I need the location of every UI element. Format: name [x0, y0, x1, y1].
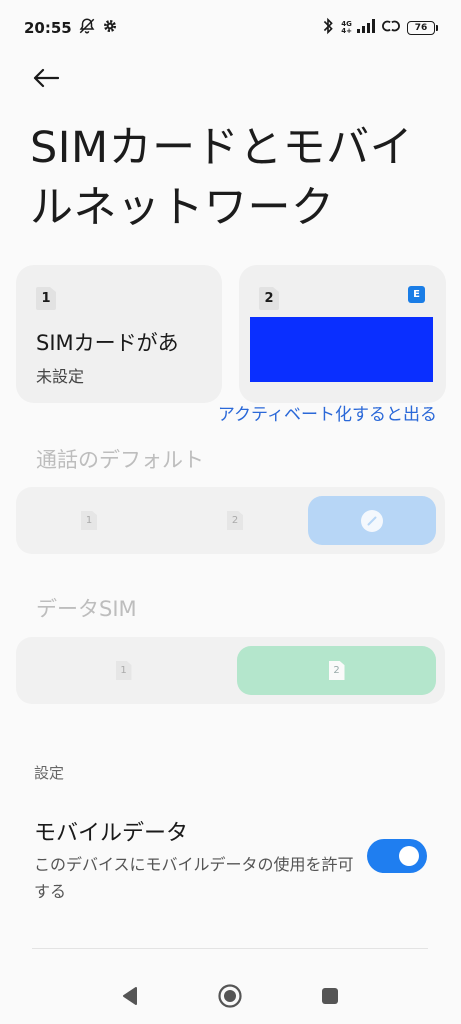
- sim-slot-1-icon: 1: [36, 287, 56, 310]
- triangle-back-icon: [123, 987, 137, 1005]
- activate-link[interactable]: アクティベート化すると出る: [218, 400, 437, 425]
- call-default-option-ask[interactable]: [308, 496, 436, 545]
- call-default-option-sim-1[interactable]: 1: [16, 496, 162, 545]
- sim-card-1-subtitle: 未設定: [36, 367, 85, 386]
- toggle-knob: [399, 846, 419, 866]
- call-default-heading: 通話のデフォルト: [36, 448, 204, 472]
- data-sim-option-2-label: 2: [333, 665, 340, 676]
- battery-icon: 76: [407, 21, 438, 35]
- link-icon: [382, 18, 400, 38]
- sim-chip-icon: 2: [328, 661, 345, 680]
- status-bar: 20:55 4G 4+ 76: [0, 0, 461, 56]
- call-default-option-2-label: 2: [231, 515, 239, 526]
- sim-card-2[interactable]: 2 E: [239, 265, 446, 403]
- page-title: SIMカードとモバイルネットワーク: [30, 123, 414, 233]
- sim-card-1[interactable]: 1 SIMカードがあ 未設定: [16, 265, 222, 403]
- nav-recents-button[interactable]: [316, 982, 344, 1010]
- data-sim-option-1-label: 1: [120, 665, 127, 676]
- silent-bell-icon: [78, 17, 96, 39]
- arrow-left-icon: [33, 68, 59, 88]
- sim-chip-icon: 1: [115, 661, 132, 680]
- signal-icon: [357, 19, 375, 37]
- call-default-option-1-label: 1: [85, 515, 93, 526]
- status-time: 20:55: [24, 19, 72, 37]
- esim-badge-label: E: [413, 289, 420, 300]
- data-sim-option-2[interactable]: 2: [237, 646, 436, 695]
- sim-chip-icon: 2: [227, 511, 243, 530]
- mobile-data-description: このデバイスにモバイルデータの使用を許可する: [34, 855, 354, 901]
- call-default-option-sim-2[interactable]: 2: [162, 496, 308, 545]
- bluetooth-icon: [322, 17, 334, 39]
- data-sim-heading: データSIM: [36, 597, 137, 621]
- navigation-bar: [0, 970, 461, 1020]
- esim-badge: E: [408, 286, 425, 303]
- sim-card-2-redacted-block: [250, 317, 433, 382]
- back-button[interactable]: [28, 60, 64, 96]
- sim-chip-icon: 1: [81, 511, 97, 530]
- sim-slot-2-icon: 2: [259, 287, 279, 310]
- data-sim-selector: 1 2: [16, 637, 445, 704]
- mobile-data-title[interactable]: モバイルデータ: [34, 815, 188, 847]
- gear-icon: [102, 18, 118, 38]
- divider: [32, 948, 428, 949]
- sim-slot-2-number: 2: [264, 291, 274, 306]
- call-default-selector: 1 2: [16, 487, 445, 554]
- network-type: 4G 4+: [341, 21, 352, 35]
- nav-back-button[interactable]: [116, 982, 144, 1010]
- status-left: 20:55: [24, 17, 118, 39]
- network-sub-label: 4+: [341, 27, 352, 35]
- sim-slot-1-number: 1: [41, 291, 51, 306]
- battery-level: 76: [414, 23, 428, 33]
- screen: 20:55 4G 4+ 76 SIMカードとモバイルネットワーク 1 SIMカー…: [0, 0, 461, 1024]
- pencil-icon: [361, 509, 383, 532]
- sim-card-1-title: SIMカードがあ: [36, 331, 179, 355]
- mobile-data-toggle[interactable]: [367, 839, 427, 873]
- circle-home-icon: [218, 984, 242, 1008]
- nav-home-button[interactable]: [216, 982, 244, 1010]
- settings-heading: 設定: [34, 764, 65, 782]
- square-recents-icon: [322, 988, 338, 1004]
- status-right: 4G 4+ 76: [322, 17, 438, 39]
- data-sim-option-1[interactable]: 1: [16, 646, 231, 695]
